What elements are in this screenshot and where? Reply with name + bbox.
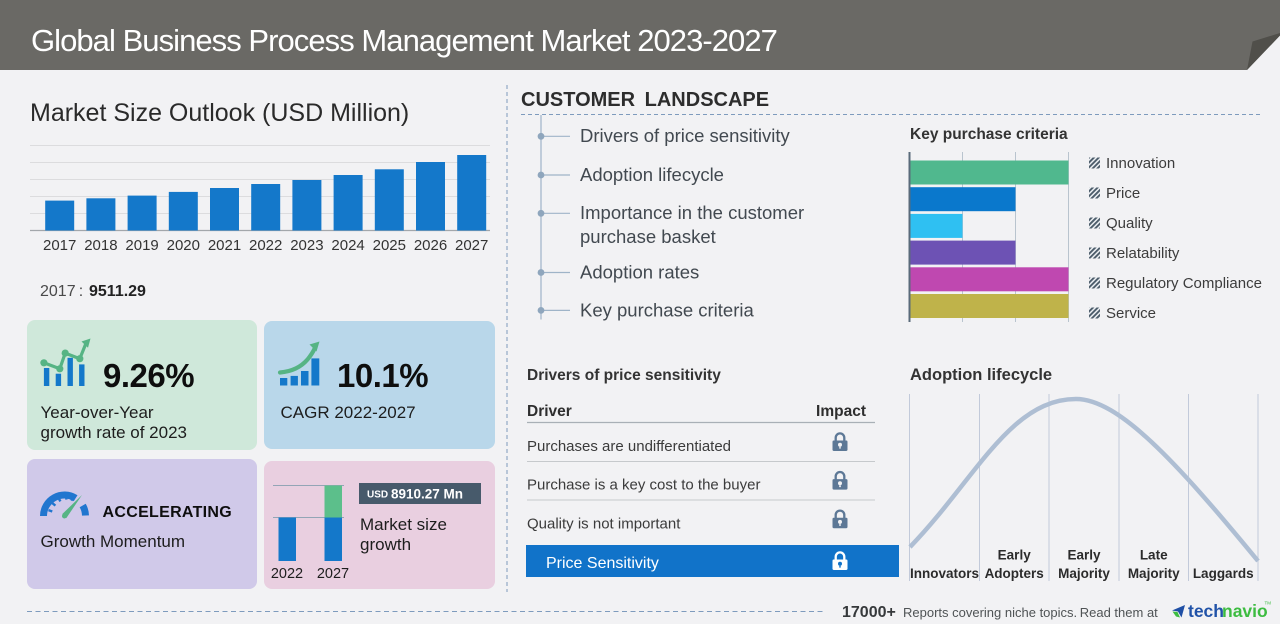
svg-text:tech: tech xyxy=(1188,601,1224,621)
svg-text:9.26%: 9.26% xyxy=(103,357,194,394)
svg-text:Importance in the customer: Importance in the customer xyxy=(580,202,804,223)
svg-text:2018: 2018 xyxy=(84,237,117,254)
svg-text:Impact: Impact xyxy=(816,403,866,420)
svg-text:Majority: Majority xyxy=(1058,566,1110,581)
svg-text:9511.29: 9511.29 xyxy=(89,283,146,300)
svg-text:Reports covering niche topics.: Reports covering niche topics. Read them… xyxy=(903,605,1158,620)
svg-text:Purchase is a key cost to the: Purchase is a key cost to the buyer xyxy=(527,477,760,494)
svg-text:USD: USD xyxy=(367,490,388,501)
svg-text:Innovators: Innovators xyxy=(910,566,979,581)
svg-text:Laggards: Laggards xyxy=(1193,566,1254,581)
svg-text:Quality: Quality xyxy=(1106,215,1153,232)
svg-text:Driver: Driver xyxy=(527,403,572,420)
svg-text:2022: 2022 xyxy=(271,566,303,582)
svg-text:Global Business Process Manage: Global Business Process Management Marke… xyxy=(31,23,777,58)
svg-text:Year-over-Year: Year-over-Year xyxy=(41,403,154,422)
svg-text:Service: Service xyxy=(1106,305,1156,322)
svg-text:Growth Momentum: Growth Momentum xyxy=(41,532,186,551)
svg-text:Late: Late xyxy=(1140,548,1168,563)
svg-text:growth rate of 2023: growth rate of 2023 xyxy=(41,423,187,442)
svg-text:Majority: Majority xyxy=(1128,566,1180,581)
svg-text:2021: 2021 xyxy=(208,237,241,254)
svg-text:Early: Early xyxy=(1067,548,1101,563)
svg-text:CAGR 2022-2027: CAGR 2022-2027 xyxy=(281,403,416,422)
svg-text:Market Size Outlook (USD Milli: Market Size Outlook (USD Million) xyxy=(30,99,409,127)
svg-text:2025: 2025 xyxy=(373,237,406,254)
svg-text:Price Sensitivity: Price Sensitivity xyxy=(546,555,659,572)
svg-text:TM: TM xyxy=(1265,601,1272,606)
svg-text:navio: navio xyxy=(1222,601,1268,621)
svg-text:Adoption rates: Adoption rates xyxy=(580,262,699,283)
svg-text:growth: growth xyxy=(360,535,411,554)
svg-text:Innovation: Innovation xyxy=(1106,155,1175,172)
svg-text:2023: 2023 xyxy=(290,237,323,254)
svg-text:Early: Early xyxy=(998,548,1032,563)
svg-text:2020: 2020 xyxy=(167,237,200,254)
svg-text:Adoption lifecycle: Adoption lifecycle xyxy=(580,164,724,185)
svg-text:Market size: Market size xyxy=(360,515,447,534)
svg-text:Adoption lifecycle: Adoption lifecycle xyxy=(910,366,1052,384)
svg-text:Drivers of price sensitivity: Drivers of price sensitivity xyxy=(527,367,721,384)
svg-text:2027: 2027 xyxy=(317,566,349,582)
svg-text:2026: 2026 xyxy=(414,237,447,254)
svg-text:Relatability: Relatability xyxy=(1106,245,1180,262)
svg-text:10.1%: 10.1% xyxy=(337,357,428,394)
svg-text:8910.27 Mn: 8910.27 Mn xyxy=(391,487,463,502)
svg-text:17000+: 17000+ xyxy=(842,604,896,621)
svg-text:ACCELERATING: ACCELERATING xyxy=(103,504,233,521)
svg-text:Regulatory Compliance: Regulatory Compliance xyxy=(1106,275,1262,292)
svg-text:Purchases are undifferentiated: Purchases are undifferentiated xyxy=(527,438,731,455)
svg-text:2017: 2017 xyxy=(43,237,76,254)
svg-text:2019: 2019 xyxy=(125,237,158,254)
svg-text:Adopters: Adopters xyxy=(985,566,1044,581)
svg-text:2017 :: 2017 : xyxy=(40,283,86,300)
svg-text:Key purchase criteria: Key purchase criteria xyxy=(580,300,754,321)
svg-text:2024: 2024 xyxy=(331,237,364,254)
svg-text:Key purchase criteria: Key purchase criteria xyxy=(910,126,1068,143)
svg-text:CUSTOMER LANDSCAPE: CUSTOMER LANDSCAPE xyxy=(521,89,769,111)
svg-text:Drivers of price sensitivity: Drivers of price sensitivity xyxy=(580,125,790,146)
svg-text:2027: 2027 xyxy=(455,237,488,254)
svg-text:purchase basket: purchase basket xyxy=(580,226,716,247)
svg-text:2022: 2022 xyxy=(249,237,282,254)
svg-text:Price: Price xyxy=(1106,185,1140,202)
svg-text:Quality is not important: Quality is not important xyxy=(527,516,681,533)
